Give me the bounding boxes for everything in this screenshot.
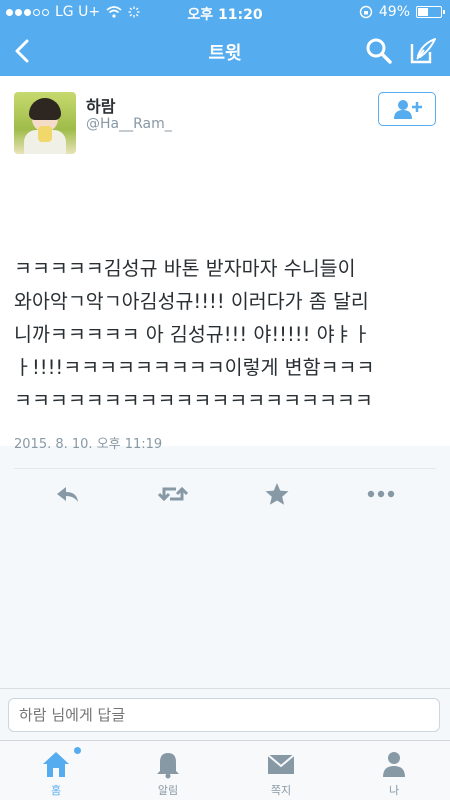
tab-home[interactable]: 홈: [0, 741, 112, 800]
tab-bar: 홈 알림 쪽지 나: [0, 740, 450, 800]
tweet-text: ㅋㅋㅋㅋㅋ김성규 바톤 받자마자 수니들이 와아악ㄱ악ㄱ아김성규!!!! 이러다…: [14, 252, 438, 417]
tab-label: 쪽지: [270, 784, 292, 797]
search-icon[interactable]: [364, 36, 394, 66]
tab-messages[interactable]: 쪽지: [225, 741, 337, 800]
tweet-line: ㅋㅋㅋㅋㅋ김성규 바톤 받자마자 수니들이: [14, 257, 356, 280]
add-user-icon: [394, 100, 422, 119]
avatar[interactable]: [14, 92, 76, 154]
person-icon: [383, 752, 405, 777]
user-name[interactable]: 하람: [86, 93, 115, 117]
reply-icon[interactable]: [54, 482, 82, 506]
more-icon[interactable]: [366, 482, 396, 506]
tweet-line: ㅋㅋㅋㅋㅋㅋㅋㅋㅋㅋㅋㅋㅋㅋㅋㅋㅋㅋㅋㅋ: [14, 389, 373, 412]
notification-dot: [74, 747, 81, 754]
tweet-timestamp: 2015. 8. 10. 오후 11:19: [14, 437, 163, 452]
divider: [14, 468, 436, 469]
nav-bar: 트윗: [0, 26, 450, 76]
status-bar: LG U+ 오후 11:20 49%: [0, 0, 450, 26]
reply-bar: [0, 688, 450, 740]
compose-icon[interactable]: [408, 36, 438, 66]
tab-notifications[interactable]: 알림: [112, 741, 224, 800]
tweet-actions: [0, 470, 450, 520]
retweet-icon[interactable]: [158, 482, 188, 506]
reply-input[interactable]: [8, 698, 440, 732]
battery-percent: 49%: [378, 4, 410, 20]
rotation-lock-icon: [359, 5, 373, 19]
tweet-detail: 하람 @Ha__Ram_ ㅋㅋㅋㅋㅋ김성규 바톤 받자마자 수니들이 와아악ㄱ악…: [0, 76, 450, 505]
tab-label: 나: [388, 784, 400, 797]
tweet-line: 니까ㅋㅋㅋㅋㅋ 아 김성규!!! 야!!!!! 야ㅑㅏ: [14, 323, 371, 346]
tab-label: 홈: [50, 784, 62, 797]
bell-icon: [157, 753, 179, 779]
tweet-line: ㅏ!!!!ㅋㅋㅋㅋㅋㅋㅋㅋㅋ이렇게 변함ㅋㅋㅋ: [14, 356, 375, 379]
tab-me[interactable]: 나: [338, 741, 450, 800]
follow-button[interactable]: [378, 92, 436, 126]
home-icon: [43, 752, 69, 777]
tweet-line: 와아악ㄱ악ㄱ아김성규!!!! 이러다가 좀 달리: [14, 290, 369, 313]
battery-icon: [416, 6, 445, 18]
tab-label: 알림: [157, 784, 179, 797]
envelope-icon: [267, 754, 295, 774]
user-handle[interactable]: @Ha__Ram_: [86, 116, 172, 132]
favorite-icon[interactable]: [263, 482, 291, 506]
